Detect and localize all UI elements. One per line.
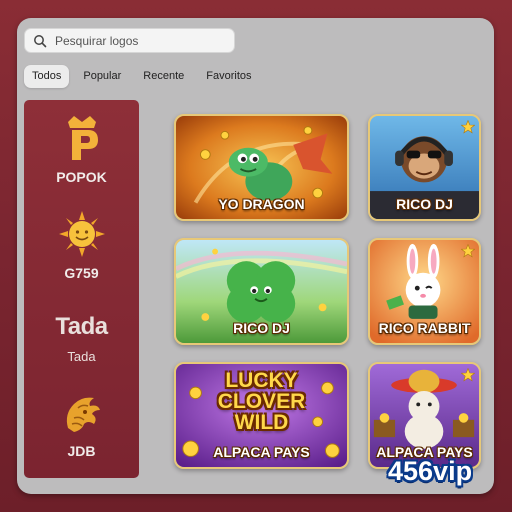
sidebar-item-label: POPOK: [56, 169, 107, 185]
search-icon: [34, 34, 47, 47]
tada-wordmark: Tada: [55, 313, 108, 340]
sidebar-item-jdb[interactable]: JDB: [24, 392, 139, 459]
game-title: ALPACA PAYS: [213, 444, 310, 460]
search-input[interactable]: [53, 32, 227, 49]
sidebar-item-label: JDB: [67, 443, 96, 459]
dragon-head-icon: [66, 397, 100, 432]
sidebar-item-g759[interactable]: G759: [24, 210, 139, 281]
game-title: RICO DJ: [233, 320, 290, 336]
logo-line: CLOVER: [217, 390, 306, 413]
sidebar-item-tada[interactable]: Tada Tada: [24, 313, 139, 364]
star-icon: [461, 244, 475, 258]
star-icon: [461, 368, 475, 382]
game-card-alpaca-pays[interactable]: ALPACA PAYS: [368, 362, 481, 469]
logo-line: LUCKY: [225, 369, 298, 392]
search-bar[interactable]: [24, 28, 235, 53]
game-title: RICO RABBIT: [378, 320, 471, 336]
logo-line: WILD: [234, 411, 289, 434]
game-card-rico-dj-clover[interactable]: RICO DJ: [174, 238, 349, 345]
game-card-yo-dragon[interactable]: YO DRAGON: [174, 114, 349, 221]
game-card-rico-dj[interactable]: RICO DJ: [368, 114, 481, 221]
brand-sidebar: POPOK G759 Tada Tada JDB: [24, 100, 139, 478]
game-title: YO DRAGON: [218, 196, 305, 212]
game-card-rico-rabbit[interactable]: RICO RABBIT: [368, 238, 481, 345]
tab-recente[interactable]: Recente: [135, 65, 192, 88]
sun-icon: [58, 211, 105, 257]
popok-crown-p-icon: [67, 116, 98, 160]
tab-popular[interactable]: Popular: [75, 65, 129, 88]
game-logo-text: LUCKY CLOVER WILD: [176, 370, 347, 433]
game-title: RICO DJ: [396, 196, 453, 212]
sidebar-item-label: G759: [64, 265, 99, 281]
watermark: 456vip: [388, 456, 473, 486]
game-card-lucky-clover-wild[interactable]: LUCKY CLOVER WILD ALPACA PAYS: [174, 362, 349, 469]
sidebar-item-popok[interactable]: POPOK: [24, 114, 139, 185]
tab-favoritos[interactable]: Favoritos: [198, 65, 259, 88]
sidebar-item-label: Tada: [67, 349, 96, 364]
tab-todos[interactable]: Todos: [24, 65, 70, 88]
filter-tabs: Todos Popular Recente Favoritos: [24, 65, 260, 88]
star-icon: [461, 120, 475, 134]
